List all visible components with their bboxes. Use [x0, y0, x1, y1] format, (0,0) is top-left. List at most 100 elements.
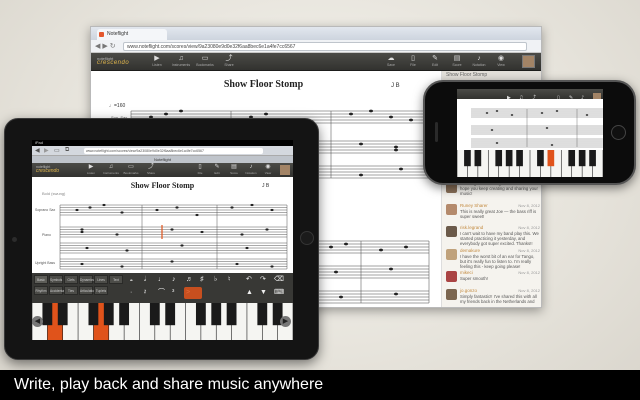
- view-menu-button[interactable]: ◉ View: [260, 164, 276, 176]
- ipad-url-field[interactable]: www.noteflight.com/scores/view/9a23080e9…: [84, 148, 263, 154]
- listen-button[interactable]: ▶ Listen: [147, 55, 167, 69]
- palette-tab[interactable]: Articulations: [79, 286, 97, 295]
- notation-menu-button[interactable]: ♪ Notation: [243, 164, 259, 176]
- flat-icon[interactable]: ♭: [214, 276, 217, 284]
- eighth-note-icon[interactable]: ♪: [172, 276, 176, 284]
- palette-tab[interactable]: Tuplets: [94, 286, 108, 295]
- black-key[interactable]: [195, 303, 206, 326]
- avatar[interactable]: [446, 204, 457, 215]
- keyboard-toggle-icon[interactable]: ⌨: [274, 289, 284, 297]
- palette-tab[interactable]: Symbols: [49, 275, 63, 284]
- file-menu-button[interactable]: ▯ File: [192, 164, 208, 176]
- black-key[interactable]: [88, 303, 99, 326]
- arrow-up-icon[interactable]: ▲: [246, 289, 253, 297]
- black-key[interactable]: [568, 150, 576, 167]
- user-avatar[interactable]: [522, 55, 535, 68]
- url-field[interactable]: www.noteflight.com/scores/view/9a23080e9…: [123, 42, 527, 51]
- palette-tab[interactable]: Accidentals: [49, 286, 66, 295]
- quarter-note-icon[interactable]: ♩: [158, 276, 165, 284]
- natural-icon[interactable]: ♮: [228, 276, 231, 284]
- black-key[interactable]: [537, 150, 544, 167]
- avatar[interactable]: [446, 289, 457, 300]
- save-cloud-button[interactable]: ☁ Save: [381, 55, 401, 69]
- notation-menu-button[interactable]: ♪ Notation: [469, 55, 489, 69]
- black-key[interactable]: [516, 150, 523, 167]
- palette-tab[interactable]: Rhythm: [34, 286, 48, 295]
- octave-down-icon[interactable]: ◀: [32, 316, 43, 327]
- black-key[interactable]: [257, 303, 268, 326]
- comment-author[interactable]: demakure: [460, 248, 480, 253]
- black-key[interactable]: [547, 150, 555, 167]
- redo-icon[interactable]: ↷: [260, 276, 266, 284]
- black-key[interactable]: [42, 303, 53, 326]
- ipad-piano-keyboard[interactable]: ◀ ▶: [32, 303, 293, 340]
- half-note-icon[interactable]: 𝅗𝅥: [144, 276, 146, 284]
- ipad-staves[interactable]: [32, 177, 293, 273]
- instruments-button[interactable]: ♫ Instruments: [171, 55, 191, 69]
- comment-author[interactable]: jo.gonzo: [460, 288, 477, 293]
- black-key[interactable]: [578, 150, 586, 167]
- home-button[interactable]: [611, 125, 626, 140]
- edit-menu-button[interactable]: ✎ Edit: [209, 164, 225, 176]
- black-key[interactable]: [464, 150, 471, 167]
- browser-nav-buttons[interactable]: ◀▶↻: [95, 42, 118, 51]
- forward-icon[interactable]: ▶: [44, 147, 49, 154]
- avatar[interactable]: [446, 271, 457, 282]
- black-key[interactable]: [495, 150, 503, 167]
- black-key[interactable]: [505, 150, 513, 167]
- black-key[interactable]: [211, 303, 222, 326]
- dot-icon[interactable]: ·: [130, 289, 132, 297]
- black-key[interactable]: [57, 303, 68, 326]
- black-key[interactable]: [474, 150, 482, 167]
- browser-tab[interactable]: Noteflight: [97, 29, 167, 40]
- delete-icon[interactable]: ⌫: [274, 276, 284, 284]
- black-key[interactable]: [165, 303, 176, 326]
- palette-tab[interactable]: Lines: [94, 275, 108, 284]
- home-button[interactable]: [300, 231, 314, 245]
- forward-icon[interactable]: ▶: [102, 43, 109, 50]
- palette-tab[interactable]: Basic: [34, 275, 48, 284]
- black-key[interactable]: [103, 303, 114, 326]
- comment-author[interactable]: risk.legrand: [460, 225, 483, 230]
- bookmarks-button[interactable]: ▭ Bookmarks: [122, 164, 140, 176]
- back-icon[interactable]: ◀: [35, 147, 40, 154]
- edit-menu-button[interactable]: ✎ Edit: [425, 55, 445, 69]
- rest-icon[interactable]: 𝄽: [144, 289, 146, 297]
- palette-tab[interactable]: Dynamics: [79, 275, 94, 284]
- view-menu-button[interactable]: ◉ View: [491, 55, 511, 69]
- avatar[interactable]: [446, 249, 457, 260]
- bookmark-icon[interactable]: ▭: [54, 147, 60, 154]
- share-button[interactable]: ⤴ Share: [142, 164, 160, 176]
- black-key[interactable]: [589, 150, 596, 167]
- black-key[interactable]: [226, 303, 237, 326]
- palette-tab[interactable]: Ties: [64, 286, 78, 295]
- black-key[interactable]: [119, 303, 130, 326]
- user-avatar[interactable]: [280, 165, 290, 175]
- instruments-button[interactable]: ♫ Instruments: [102, 164, 120, 176]
- score-menu-button[interactable]: ▤ Score: [226, 164, 242, 176]
- listen-button[interactable]: ▶ Listen: [82, 164, 100, 176]
- tie-icon[interactable]: ⌒: [158, 289, 165, 297]
- iphone-score[interactable]: [457, 99, 603, 150]
- triplet-icon[interactable]: ³: [172, 289, 174, 297]
- reload-icon[interactable]: ↻: [110, 43, 118, 50]
- avatar[interactable]: [446, 226, 457, 237]
- sharp-icon[interactable]: ♯: [200, 276, 204, 284]
- black-key[interactable]: [149, 303, 160, 326]
- ipad-tab-bar[interactable]: Noteflight: [32, 156, 293, 163]
- iphone-piano-keyboard[interactable]: [457, 150, 603, 177]
- comment-author[interactable]: Runey Sharer: [460, 203, 488, 208]
- comment-author[interactable]: mikeci: [460, 270, 473, 275]
- bookmarks-button[interactable]: ▭ Bookmarks: [195, 55, 215, 69]
- whole-note-icon[interactable]: 𝅝: [130, 276, 133, 284]
- undo-icon[interactable]: ↶: [246, 276, 252, 284]
- file-menu-button[interactable]: ▯ File: [403, 55, 423, 69]
- share-button[interactable]: ⤴ Share: [219, 55, 239, 69]
- sixteenth-note-icon[interactable]: ♬: [186, 276, 193, 284]
- ipad-score[interactable]: Show Floor Stomp J B Bold (swung) Sopran…: [32, 177, 293, 273]
- tabs-icon[interactable]: ⧉: [65, 147, 69, 154]
- score-menu-button[interactable]: ▤ Score: [447, 55, 467, 69]
- arrow-down-icon[interactable]: ▼: [260, 289, 267, 297]
- palette-tab[interactable]: Text: [109, 275, 123, 284]
- octave-up-icon[interactable]: ▶: [280, 316, 291, 327]
